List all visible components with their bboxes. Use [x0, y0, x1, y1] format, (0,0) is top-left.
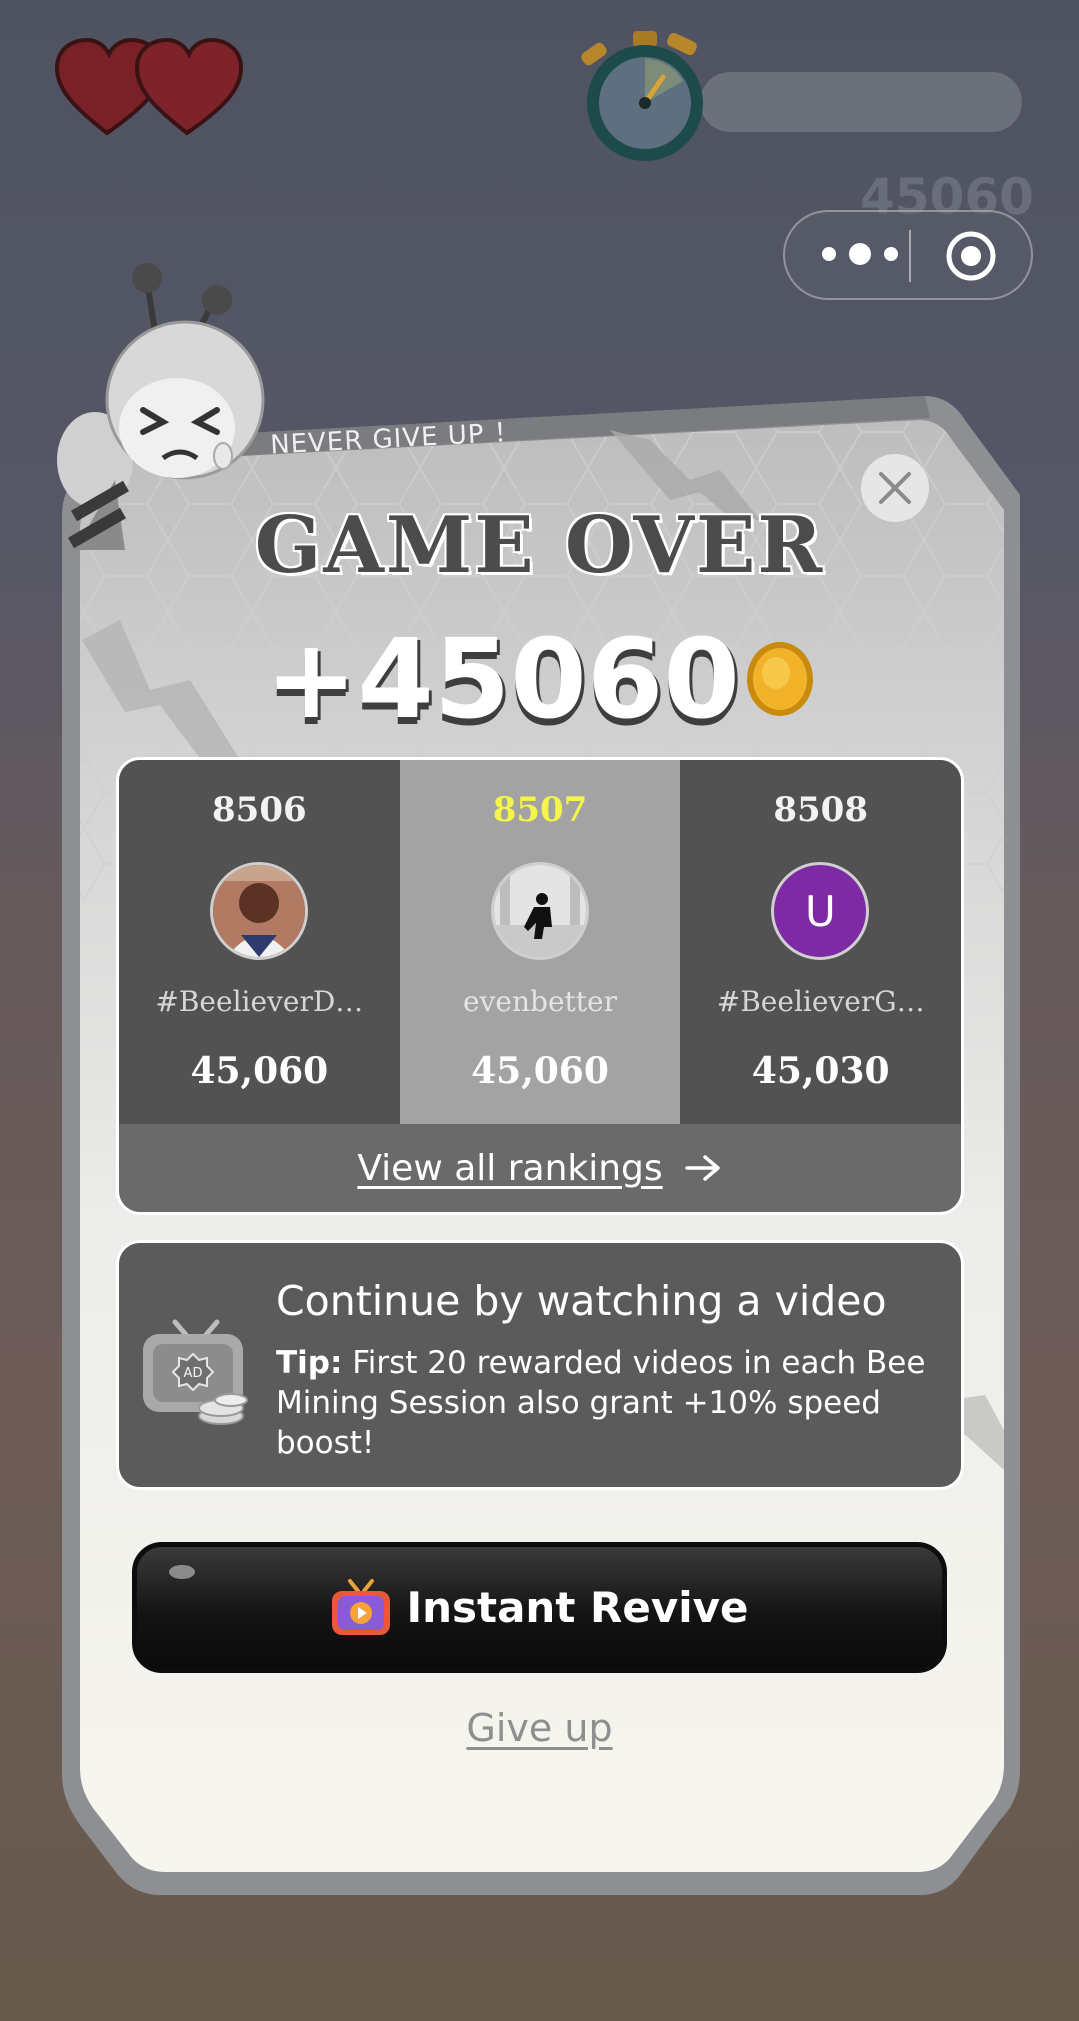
- view-all-label: View all rankings: [357, 1147, 663, 1189]
- earned-score: +45060: [0, 615, 1079, 743]
- ad-tv-icon: AD: [143, 1319, 248, 1425]
- score-value: +45060: [265, 615, 740, 743]
- instant-revive-label: Instant Revive: [406, 1583, 749, 1632]
- player-score: 45,060: [190, 1050, 329, 1092]
- rank-number: 8508: [773, 790, 868, 830]
- avatar: [490, 862, 589, 960]
- game-over-title: GAME OVER: [254, 500, 825, 591]
- instant-revive-button[interactable]: Instant Revive: [132, 1542, 947, 1673]
- avatar: U: [771, 862, 870, 960]
- svg-text:AD: AD: [184, 1366, 203, 1381]
- continue-title: Continue by watching a video: [276, 1277, 887, 1325]
- tip-label: Tip:: [276, 1345, 343, 1381]
- button-shine: [169, 1565, 195, 1579]
- rank-number: 8507: [492, 790, 588, 830]
- give-up-link[interactable]: Give up: [0, 1706, 1079, 1750]
- continue-video-card[interactable]: AD Continue by watching a video Tip: Fir…: [116, 1240, 964, 1490]
- video-play-icon: [332, 1578, 391, 1635]
- rankings-card: 8506 #BeelieverD… 45,060 8507 evenbetter…: [116, 757, 964, 1215]
- ranking-entry[interactable]: 8506 #BeelieverD… 45,060: [119, 760, 400, 1124]
- avatar: [210, 862, 308, 960]
- rank-number: 8506: [212, 790, 307, 830]
- ranking-entry-current-user[interactable]: 8507 evenbetter 45,060: [399, 760, 681, 1124]
- coin-icon: [746, 642, 813, 716]
- player-score: 45,030: [751, 1050, 890, 1092]
- give-up-label: Give up: [466, 1706, 613, 1750]
- player-name: evenbetter: [463, 985, 617, 1018]
- player-name: #BeelieverD…: [155, 985, 364, 1018]
- arrow-right-icon: [684, 1155, 720, 1181]
- view-all-rankings-link[interactable]: View all rankings: [119, 1124, 961, 1212]
- player-name: #BeelieverG…: [716, 985, 925, 1018]
- tip-text: First 20 rewarded videos in each Bee Min…: [276, 1345, 926, 1461]
- ranking-entry[interactable]: 8508 U #BeelieverG… 45,030: [680, 760, 961, 1124]
- player-score: 45,060: [471, 1050, 609, 1092]
- continue-tip: Tip: First 20 rewarded videos in each Be…: [276, 1343, 936, 1463]
